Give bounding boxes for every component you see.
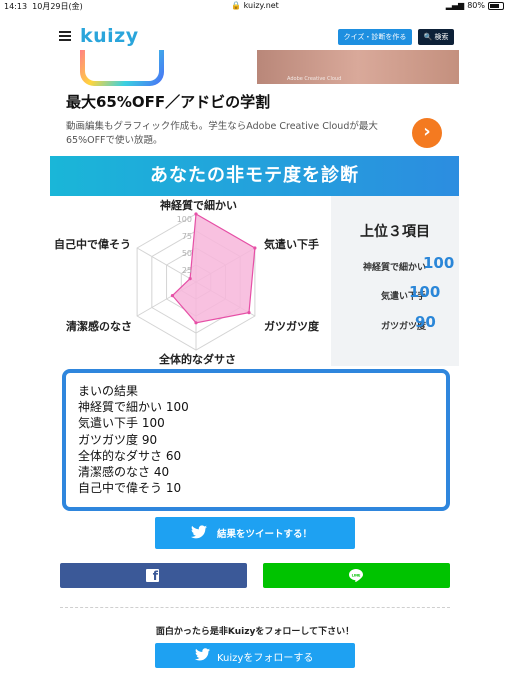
axis-label-unclean: 清潔感のなさ bbox=[66, 320, 132, 333]
ad-title[interactable]: 最大65%OFF／アドビの学割 bbox=[66, 91, 270, 112]
result-line: 清潔感のなさ 40 bbox=[78, 465, 170, 480]
top3-item: 神経質で細かい 100 bbox=[331, 254, 459, 276]
ad-banner[interactable]: Adobe Creative Cloud 最大65%OFF／アドビの学割 動画編… bbox=[50, 50, 459, 156]
status-indicators: ▂▄▆ 80% bbox=[446, 1, 504, 10]
axis-label-selfish: 自己中で偉そう bbox=[54, 238, 131, 251]
search-button[interactable]: 🔍 検索 bbox=[418, 29, 454, 45]
radar-tick-label: 50 bbox=[182, 249, 192, 258]
axis-label-unfashionable: 全体的なダサさ bbox=[159, 353, 236, 366]
radar-tick-label: 25 bbox=[182, 266, 192, 275]
twitter-bird-icon bbox=[191, 525, 207, 539]
top3-item-value: 90 bbox=[415, 313, 436, 331]
axis-label-nervous: 神経質で細かい bbox=[160, 199, 237, 212]
adobe-cc-icon bbox=[80, 50, 164, 86]
tweet-result-button[interactable]: 結果をツイートする！ bbox=[155, 517, 355, 549]
radar-chart: 100 75 50 25 神経質で細かい 気遣い下手 ガツガツ度 全体的なダサさ 清潔… bbox=[50, 196, 331, 366]
top3-item: ガツガツ度 90 bbox=[331, 313, 459, 335]
line-share-button[interactable]: LINE bbox=[263, 563, 450, 588]
top3-item-name: 神経質で細かい bbox=[362, 263, 426, 273]
result-box: まいの結果 神経質で細かい 100 気遣い下手 100 ガツガツ度 90 全体的… bbox=[62, 369, 450, 511]
radar-tick-label: 100 bbox=[177, 215, 192, 224]
status-url: 🔒 kuizy.net bbox=[231, 1, 279, 10]
facebook-share-button[interactable]: f bbox=[60, 563, 247, 588]
ad-photo-caption: Adobe Creative Cloud bbox=[287, 76, 342, 82]
divider bbox=[60, 607, 450, 608]
radar-chart-svg: 100 75 50 25 bbox=[136, 212, 257, 351]
axis-label-inconsiderate: 気遣い下手 bbox=[264, 238, 319, 251]
signal-icon: ▂▄▆ bbox=[445, 1, 465, 10]
axis-label-pushy: ガツガツ度 bbox=[264, 320, 319, 333]
battery-percent: 80% bbox=[467, 1, 485, 10]
radar-point bbox=[194, 321, 198, 325]
follow-button-label: Kuizyをフォローする bbox=[217, 653, 314, 664]
radar-tick-label: 75 bbox=[182, 232, 192, 241]
result-line: 全体的なダサさ 60 bbox=[78, 448, 182, 463]
svg-text:LINE: LINE bbox=[352, 573, 361, 577]
result-line: ガツガツ度 90 bbox=[78, 432, 158, 447]
tweet-button-label: 結果をツイートする！ bbox=[217, 529, 313, 540]
line-icon: LINE bbox=[349, 569, 363, 582]
result-heading: まいの結果 bbox=[78, 384, 139, 398]
result-lines: まいの結果 神経質で細かい 100 気遣い下手 100 ガツガツ度 90 全体的… bbox=[78, 383, 189, 496]
follow-message: 面白かったら是非Kuizyをフォローして下さい！ bbox=[155, 627, 355, 637]
result-banner: あなたの非モテ度を診断 bbox=[50, 156, 459, 196]
top3-title: 上位３項目 bbox=[360, 224, 430, 240]
radar-point bbox=[188, 277, 192, 281]
top3-item-value: 100 bbox=[409, 283, 441, 301]
site-header: kuizy クイズ・診断を作る 🔍 検索 bbox=[0, 24, 510, 50]
radar-point bbox=[247, 311, 251, 315]
radar-point bbox=[253, 246, 257, 250]
menu-icon[interactable] bbox=[59, 31, 71, 41]
top3-item: 気遣い下手 100 bbox=[331, 283, 459, 305]
result-line: 自己中で偉そう 10 bbox=[78, 481, 182, 496]
create-quiz-button[interactable]: クイズ・診断を作る bbox=[338, 29, 412, 45]
follow-kuizy-button[interactable]: Kuizyをフォローする bbox=[155, 643, 355, 668]
result-line: 気遣い下手 100 bbox=[78, 416, 165, 431]
battery-icon bbox=[488, 1, 504, 10]
ad-body: 動画編集もグラフィック作成も。学生ならAdobe Creative Cloudが… bbox=[66, 121, 378, 146]
ad-arrow-button[interactable]: › bbox=[412, 118, 442, 148]
result-line: 神経質で細かい 100 bbox=[78, 400, 189, 415]
top3-item-value: 100 bbox=[423, 254, 455, 272]
top3-panel: 上位３項目 神経質で細かい 100 気遣い下手 100 ガツガツ度 90 bbox=[331, 196, 459, 366]
status-bar: 14:13 10月29日(金) 🔒 kuizy.net ▂▄▆ 80% bbox=[0, 0, 510, 12]
radar-point bbox=[170, 294, 175, 298]
twitter-bird-icon bbox=[195, 648, 210, 661]
facebook-icon: f bbox=[146, 569, 159, 583]
site-logo[interactable]: kuizy bbox=[80, 25, 139, 47]
